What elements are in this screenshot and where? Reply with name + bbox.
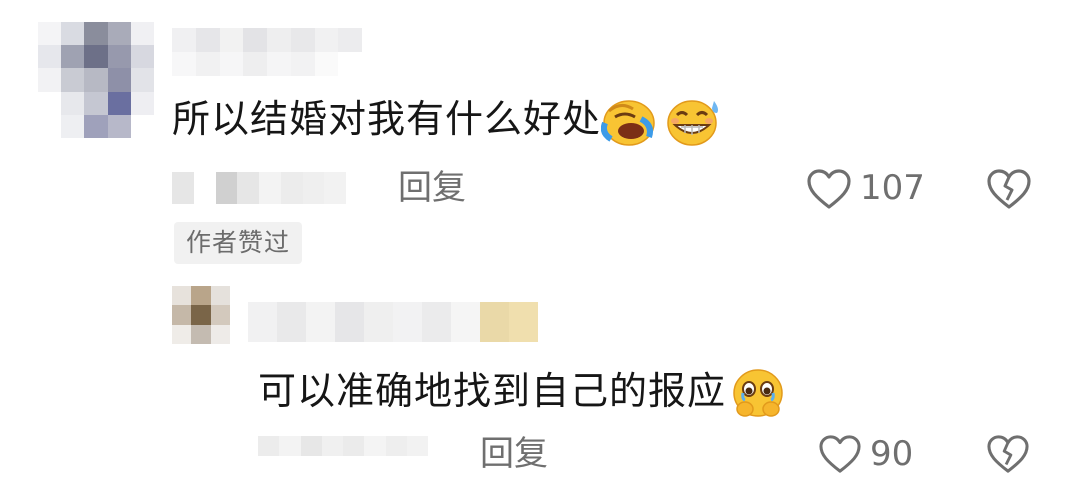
grinning-sweat-icon: [667, 99, 719, 146]
dislike-broken-heart-icon[interactable]: [986, 168, 1032, 212]
comment-body: 所以结婚对我有什么好处: [172, 97, 602, 141]
reply-button[interactable]: 回复: [398, 168, 466, 208]
username[interactable]: [172, 28, 362, 76]
like-heart-icon[interactable]: [806, 168, 852, 212]
reply-dislike-broken-heart-icon[interactable]: [986, 434, 1030, 474]
like-count: 107: [860, 168, 925, 208]
holding-back-tears-icon: [733, 368, 783, 417]
reply-reply-button[interactable]: 回复: [480, 434, 548, 474]
reply-body: 可以准确地找到自己的报应: [258, 369, 727, 413]
reply-like-heart-icon[interactable]: [818, 434, 862, 474]
comment-text: 所以结婚对我有什么好处: [172, 94, 723, 147]
reply-text: 可以准确地找到自己的报应: [258, 366, 786, 421]
avatar[interactable]: [38, 22, 154, 138]
reply-avatar[interactable]: [172, 286, 230, 344]
reply-like-count: 90: [870, 434, 914, 474]
face-with-tears-of-joy-icon: [601, 99, 655, 146]
author-liked-badge: 作者赞过: [174, 222, 303, 264]
reply-username[interactable]: [248, 302, 538, 342]
comment-timestamp: [172, 172, 346, 204]
reply-timestamp: [258, 436, 428, 456]
